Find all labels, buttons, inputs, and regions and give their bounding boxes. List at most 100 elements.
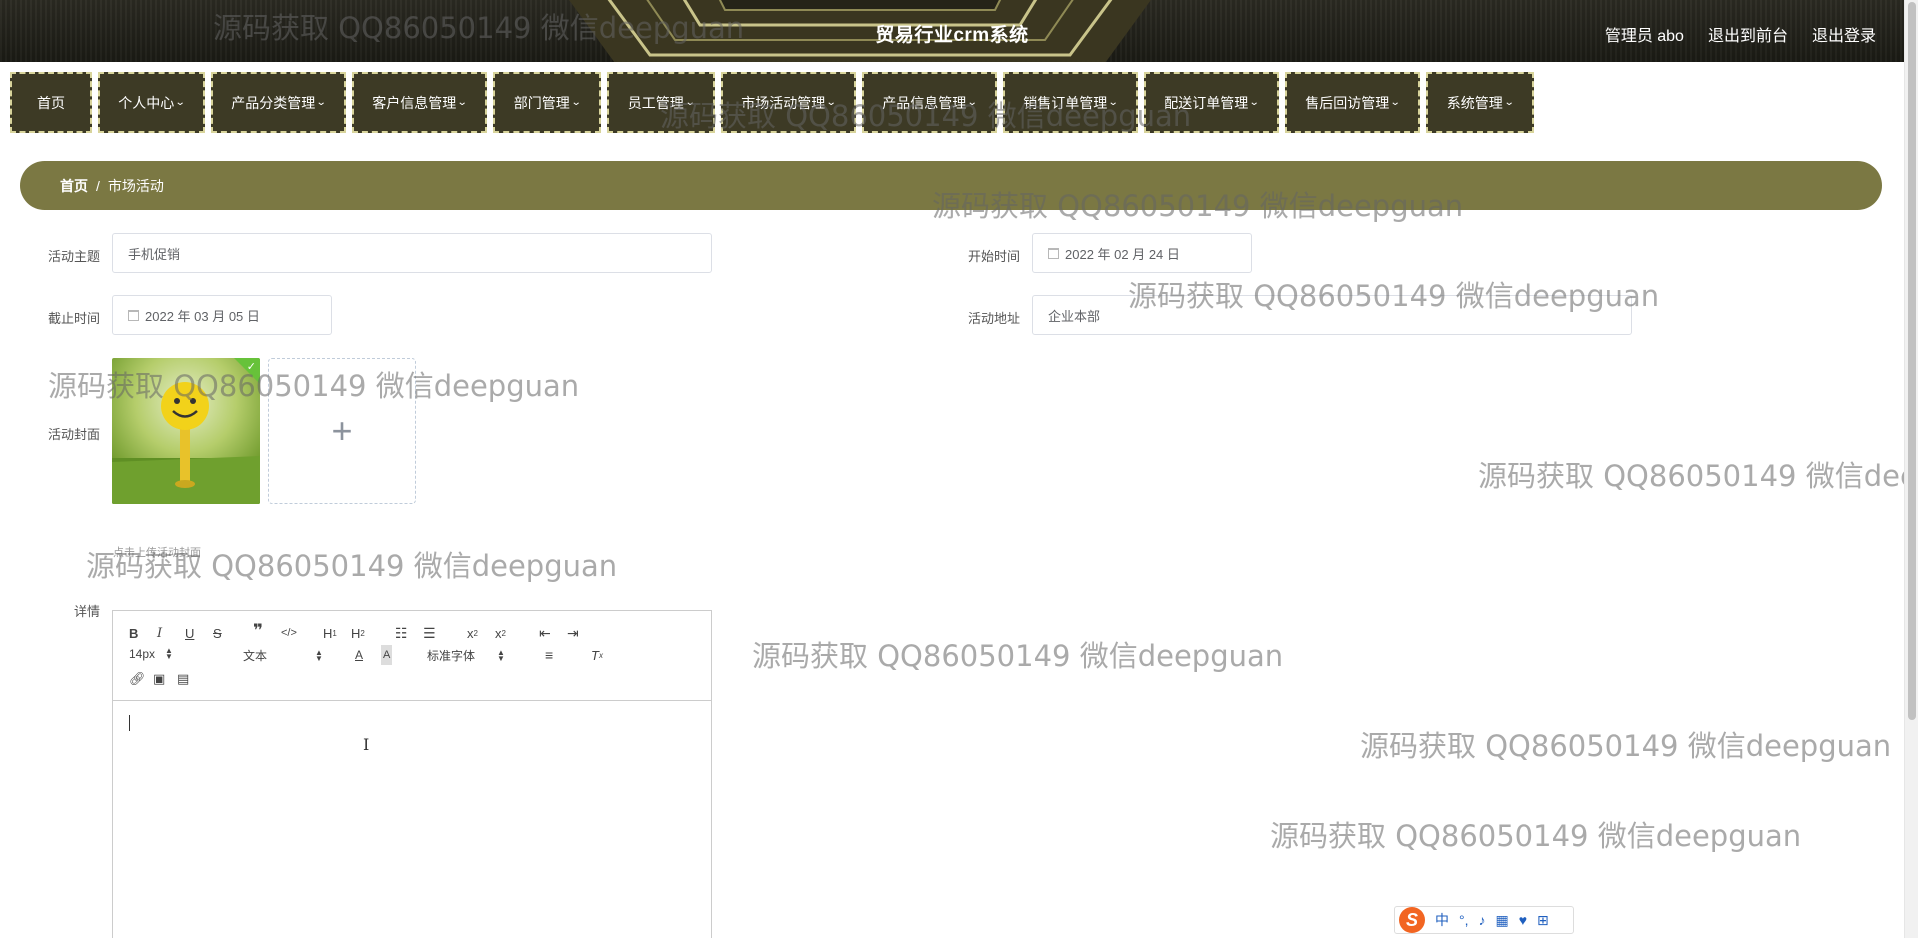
link-icon[interactable]: 🔗︎ [129,669,146,689]
nav-item-after-sales[interactable]: 售后回访管理 ⌄ [1285,72,1420,133]
smiley-golf-tee-image [112,382,260,504]
select-arrows-icon: ▲ ▼ [315,647,323,663]
upload-cover-button[interactable]: + [268,358,416,504]
select-arrows-icon: ▲ ▼ [165,646,173,661]
skin-icon: ♥ [1518,912,1528,928]
editor-content-area[interactable]: I [113,701,711,938]
chevron-down-icon: ⌄ [175,97,186,108]
nav-item-sales-order[interactable]: 销售订单管理 ⌄ [1003,72,1138,133]
chevron-down-icon: ⌄ [570,97,582,108]
nav-item-product-info[interactable]: 产品信息管理 ⌄ [862,72,997,133]
heading-1-icon[interactable]: H1 [323,623,337,643]
align-icon[interactable]: ≡ [545,645,553,665]
keyboard-icon: ▦ [1495,911,1509,928]
microphone-icon: ♪ [1478,912,1486,928]
nav-item-department[interactable]: 部门管理 ⌄ [493,72,601,133]
breadcrumb-current: 市场活动 [107,177,164,194]
heading-2-icon[interactable]: H2 [351,623,365,643]
chevron-down-icon: ⌄ [1249,97,1260,108]
cover-image[interactable]: ✓ [112,358,260,504]
watermark: 源码获取 QQ86050149 微信deepguan [752,639,1284,673]
watermark: 源码获取 QQ86050149 微信deepguan [1478,459,1918,493]
chevron-down-icon: ⌄ [1503,97,1515,108]
ime-toolbar[interactable]: S 中 °, ♪ ▦ ♥ ⊞ [1394,906,1574,934]
rich-text-editor: B I U S ❞ </> H1 H2 ☷ ☰ x2 x2 ⇤ ⇥ 14px ▲ ▼… [112,610,712,938]
nav-item-product-category[interactable]: 产品分类管理 ⌄ [211,72,346,133]
exit-to-frontend-link[interactable]: 退出到前台 [1708,22,1788,46]
paragraph-select[interactable]: 文本 ▲ ▼ [243,647,323,664]
bold-icon[interactable]: B [129,623,138,643]
indent-icon[interactable]: ⇥ [567,623,579,643]
cover-label: 活动封面 [47,427,100,442]
italic-icon[interactable]: I [157,623,162,643]
header-links: 管理员 abo 退出到前台 退出登录 [1605,22,1876,46]
admin-user-link[interactable]: 管理员 abo [1605,22,1684,46]
chevron-down-icon: ⌄ [684,97,696,108]
breadcrumb-home[interactable]: 首页 [60,176,88,196]
nav-item-delivery-order[interactable]: 配送订单管理 ⌄ [1144,72,1279,133]
address-input[interactable]: 企业本部 [1032,295,1632,335]
nav-item-personal-center[interactable]: 个人中心 ⌄ [98,72,205,133]
start-time-label: 开始时间 [967,249,1020,264]
chevron-down-icon: ⌄ [967,97,978,108]
check-icon: ✓ [246,361,256,373]
start-date-picker[interactable]: 2022 年 02 月 24 日 [1032,233,1252,273]
scrollbar-thumb[interactable] [1908,2,1916,720]
nav-item-system[interactable]: 系统管理 ⌄ [1426,72,1534,133]
chevron-down-icon: ⌄ [1108,97,1119,108]
detail-label: 详情 [73,604,100,619]
address-label: 活动地址 [967,311,1020,326]
top-header: 贸易行业crm系统 管理员 abo 退出到前台 退出登录 [0,0,1904,62]
chevron-down-icon: ⌄ [1390,97,1401,108]
chevron-down-icon: ⌄ [826,97,837,108]
breadcrumb-separator: / [96,177,100,194]
calendar-icon [1048,247,1059,259]
strikethrough-icon[interactable]: S [213,623,222,643]
code-block-icon[interactable]: </> [281,623,297,643]
end-date-picker[interactable]: 2022 年 03 月 05 日 [112,295,332,335]
video-icon[interactable]: ▤ [177,669,189,689]
ordered-list-icon[interactable]: ☷ [395,623,408,643]
subscript-icon[interactable]: x2 [467,623,478,643]
superscript-icon[interactable]: x2 [495,623,506,643]
watermark: 源码获取 QQ86050149 微信deepguan [1270,819,1802,853]
theme-input[interactable]: 手机促销 [112,233,712,273]
punctuation-icon: °, [1459,912,1469,928]
breadcrumb: 首页 / 市场活动 [20,161,1882,210]
calendar-icon [128,309,139,321]
watermark: 源码获取 QQ86050149 微信deepguan [1360,729,1892,763]
text-caret [129,715,130,731]
nav-item-home[interactable]: 首页 [10,72,92,133]
sogou-logo-icon: S [1399,907,1425,933]
clear-format-icon[interactable]: Tx [591,645,603,665]
chevron-down-icon: ⌄ [457,97,468,108]
editor-toolbar: B I U S ❞ </> H1 H2 ☷ ☰ x2 x2 ⇤ ⇥ 14px ▲ ▼… [113,611,711,701]
logout-link[interactable]: 退出登录 [1812,22,1876,46]
background-color-icon[interactable]: A [381,645,393,665]
select-arrows-icon: ▲ ▼ [497,647,505,663]
toolbox-icon: ⊞ [1537,911,1549,928]
end-time-label: 截止时间 [47,311,100,326]
theme-label: 活动主题 [47,249,100,264]
nav-item-staff[interactable]: 员工管理 ⌄ [607,72,715,133]
toolbar-row-2: 14px ▲ ▼ 文本 ▲ ▼ A A 标准字体 ▲ ▼ ≡ Tx [125,643,699,665]
font-size-select[interactable]: 14px ▲ ▼ [129,646,173,662]
font-color-icon[interactable]: A [355,645,363,665]
toolbar-row-1: B I U S ❞ </> H1 H2 ☷ ☰ x2 x2 ⇤ ⇥ [125,621,699,643]
toolbar-row-3: 🔗︎ ▣ ▤ [125,665,699,687]
text-cursor-icon: I [363,735,370,754]
font-family-select[interactable]: 标准字体 ▲ ▼ [427,647,505,664]
plus-icon: + [331,410,353,451]
chevron-down-icon: ⌄ [316,97,327,108]
ime-language-indicator: 中 [1435,912,1449,928]
cover-upload-hint: 点击上传活动封面 [113,547,201,559]
bullet-list-icon[interactable]: ☰ [423,623,436,643]
main-nav: 首页 个人中心 ⌄ 产品分类管理 ⌄ 客户信息管理 ⌄ 部门管理 ⌄ 员工管理 ⌄ 市场活… [10,72,1534,133]
outdent-icon[interactable]: ⇤ [539,623,551,643]
page-scrollbar[interactable] [1904,0,1918,938]
blockquote-icon[interactable]: ❞ [253,621,263,641]
nav-item-marketing-activity[interactable]: 市场活动管理 ⌄ [721,72,856,133]
underline-icon[interactable]: U [185,623,194,643]
nav-item-customer-info[interactable]: 客户信息管理 ⌄ [352,72,487,133]
image-icon[interactable]: ▣ [153,669,165,689]
